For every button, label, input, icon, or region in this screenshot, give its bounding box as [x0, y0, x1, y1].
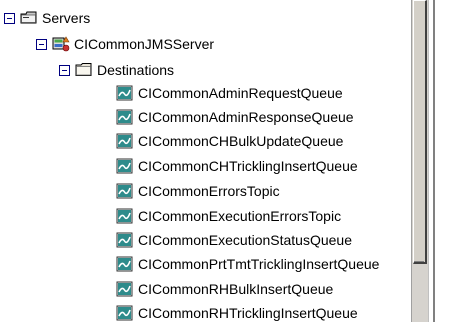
tree-node-label: CICommonRHTricklingInsertQueue	[138, 305, 358, 321]
queue-icon	[116, 183, 134, 199]
tree-node-label: CICommonPrtTmtTricklingInsertQueue	[138, 256, 380, 272]
queue-icon	[116, 133, 134, 149]
vertical-scrollbar[interactable]	[411, 0, 428, 322]
queue-icon	[116, 109, 134, 125]
destinations-tree: Servers CICommonJMSServer Destinations C…	[0, 0, 411, 322]
tree-node-queue[interactable]: CICommonCHBulkUpdateQueue	[116, 129, 343, 153]
server-group-icon	[20, 10, 38, 26]
queue-icon	[116, 158, 134, 174]
tree-node-label: CICommonAdminResponseQueue	[138, 109, 354, 125]
queue-icon	[116, 305, 134, 321]
tree-node-queue[interactable]: CICommonExecutionErrorsTopic	[116, 204, 341, 228]
tree-node-label: CICommonRHBulkInsertQueue	[138, 281, 334, 297]
tree-node-jms-server[interactable]: CICommonJMSServer	[36, 32, 214, 56]
queue-icon	[116, 281, 134, 297]
tree-node-label: CICommonExecutionStatusQueue	[138, 232, 352, 248]
folder-icon	[75, 62, 93, 78]
queue-icon	[116, 208, 134, 224]
collapse-toggle-icon[interactable]	[4, 12, 15, 24]
tree-node-label: CICommonJMSServer	[74, 36, 215, 52]
tree-node-label: CICommonCHTricklingInsertQueue	[138, 158, 358, 174]
tree-node-queue[interactable]: CICommonRHBulkInsertQueue	[116, 277, 333, 301]
tree-node-queue[interactable]: CICommonExecutionStatusQueue	[116, 228, 352, 252]
queue-icon	[116, 85, 134, 101]
jms-server-icon	[52, 36, 70, 52]
collapse-toggle-icon[interactable]	[36, 38, 47, 50]
right-panel-edge	[428, 0, 450, 322]
tree-node-label: CICommonAdminRequestQueue	[138, 85, 343, 101]
tree-node-queue[interactable]: CICommonAdminResponseQueue	[116, 105, 354, 129]
tree-node-servers[interactable]: Servers	[4, 6, 90, 30]
tree-node-queue[interactable]: CICommonErrorsTopic	[116, 179, 280, 203]
tree-node-label: CICommonCHBulkUpdateQueue	[138, 133, 344, 149]
tree-node-queue[interactable]: CICommonCHTricklingInsertQueue	[116, 154, 358, 178]
tree-node-label: CICommonExecutionErrorsTopic	[138, 208, 342, 224]
tree-node-label: Servers	[42, 10, 91, 26]
panel-divider	[433, 0, 435, 322]
tree-node-queue[interactable]: CICommonRHTricklingInsertQueue	[116, 301, 358, 322]
tree-node-label: Destinations	[97, 62, 175, 78]
scrollbar-thumb[interactable]	[413, 0, 427, 264]
queue-icon	[116, 256, 134, 272]
tree-node-label: CICommonErrorsTopic	[138, 183, 280, 199]
tree-node-queue[interactable]: CICommonPrtTmtTricklingInsertQueue	[116, 252, 379, 276]
queue-icon	[116, 232, 134, 248]
tree-node-destinations[interactable]: Destinations	[59, 58, 174, 82]
collapse-toggle-icon[interactable]	[59, 64, 70, 76]
tree-node-queue[interactable]: CICommonAdminRequestQueue	[116, 81, 343, 105]
